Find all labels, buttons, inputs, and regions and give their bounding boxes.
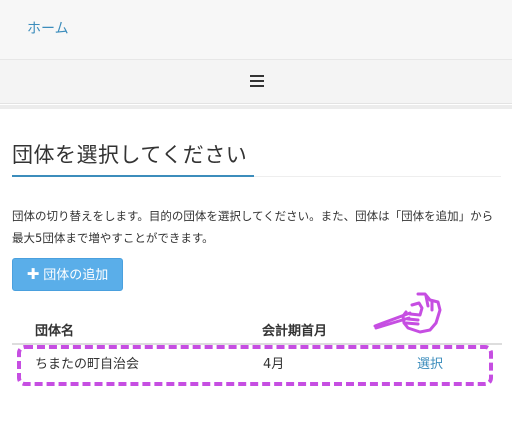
- top-navbar: ホーム: [0, 0, 512, 60]
- pointing-hand-icon: [373, 292, 442, 334]
- page-title: 団体を選択してください: [12, 143, 248, 167]
- add-organization-label: 団体の追加: [43, 268, 109, 283]
- table-cell-name: ちまたの町自治会: [35, 357, 140, 372]
- menu-bar: [0, 60, 512, 104]
- section-divider: [0, 105, 512, 109]
- title-rule: [254, 176, 501, 177]
- title-underline: [12, 175, 254, 177]
- table-cell-fiscal-month: 4月: [263, 357, 285, 372]
- hamburger-menu-icon[interactable]: [250, 75, 264, 87]
- page-description: 団体の切り替えをします。目的の団体を選択してください。また、団体は「団体を追加」…: [12, 209, 494, 245]
- column-header-name: 団体名: [35, 324, 75, 339]
- add-organization-button[interactable]: ✚ 団体の追加: [12, 258, 123, 291]
- select-link[interactable]: 選択: [417, 357, 443, 373]
- home-link[interactable]: ホーム: [27, 20, 69, 38]
- column-header-fiscal-month: 会計期首月: [262, 324, 328, 339]
- plus-icon: ✚: [26, 265, 40, 283]
